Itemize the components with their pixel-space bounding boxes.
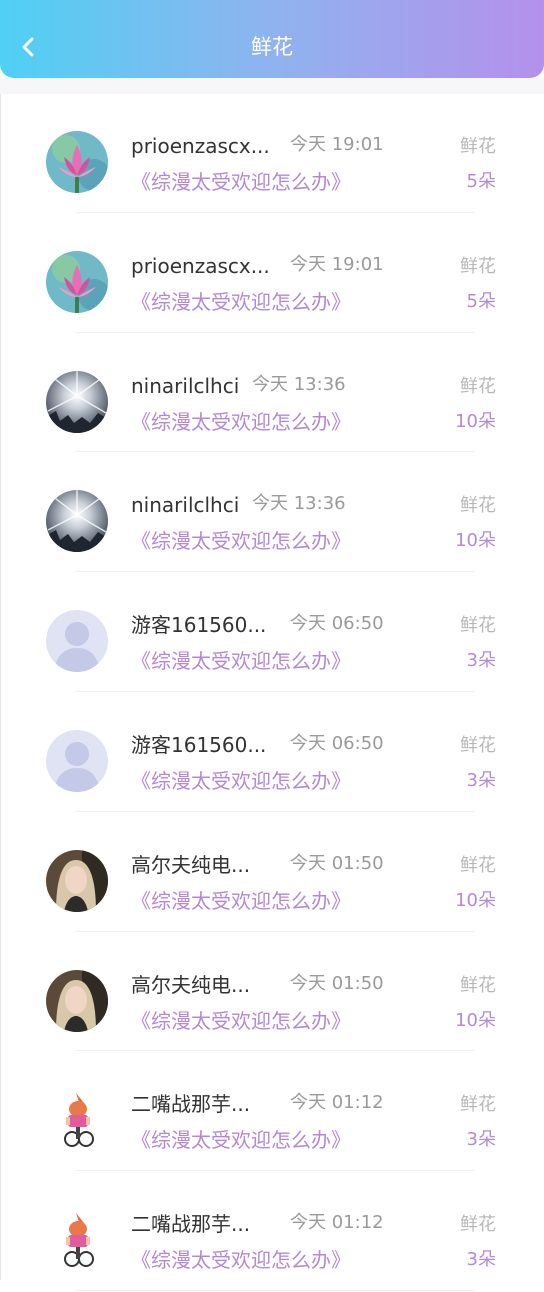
default-avatar[interactable] (46, 729, 108, 792)
gift-count: 3朵 (466, 769, 496, 791)
user-name: ninarilclhci (131, 493, 240, 518)
divider (76, 1170, 474, 1172)
book-title-link[interactable]: 《综漫太受欢迎怎么办》 (131, 168, 351, 196)
timestamp: 今天 01:50 (290, 852, 384, 874)
sunburst-avatar[interactable] (46, 490, 108, 553)
book-title-link[interactable]: 《综漫太受欢迎怎么办》 (131, 767, 351, 795)
gift-type: 鲜花 (460, 375, 496, 397)
gift-type: 鲜花 (460, 1094, 496, 1116)
divider (76, 690, 474, 692)
gift-type: 鲜花 (460, 495, 496, 517)
user-name: 二嘴战那芋... (131, 1092, 251, 1117)
gift-type: 鲜花 (460, 974, 496, 996)
divider (76, 571, 474, 573)
gift-type: 鲜花 (460, 136, 496, 157)
gift-count: 3朵 (466, 1249, 496, 1271)
gift-count: 3朵 (466, 1129, 496, 1151)
timestamp: 今天 19:01 (290, 134, 384, 155)
timestamp: 今天 01:12 (290, 1092, 384, 1114)
sunburst-avatar[interactable] (46, 370, 108, 433)
timestamp: 今天 19:01 (290, 253, 384, 275)
list-item[interactable]: 二嘴战那芋... 今天 01:12 《综漫太受欢迎怎么办》 鲜花 3朵 (0, 1172, 544, 1292)
gift-type: 鲜花 (460, 1214, 496, 1236)
gift-count: 10朵 (455, 889, 496, 911)
app-header: 鲜花 (0, 0, 544, 78)
book-title-link[interactable]: 《综漫太受欢迎怎么办》 (131, 408, 351, 436)
book-title-link[interactable]: 《综漫太受欢迎怎么办》 (131, 288, 351, 316)
gift-count: 5朵 (466, 290, 496, 312)
user-name: 高尔夫纯电... (131, 852, 251, 877)
gift-count: 3朵 (466, 650, 496, 672)
user-name: prioenzascx... (131, 134, 270, 158)
portrait-avatar[interactable] (46, 969, 108, 1032)
list-item[interactable]: 高尔夫纯电... 今天 01:50 《综漫太受欢迎怎么办》 鲜花 10朵 (0, 813, 544, 933)
user-name: 游客161560... (131, 732, 267, 757)
lotus-avatar[interactable] (46, 250, 108, 313)
book-title-link[interactable]: 《综漫太受欢迎怎么办》 (131, 1126, 351, 1154)
lotus-avatar[interactable] (46, 131, 108, 193)
list-item[interactable]: ninarilclhci 今天 13:36 《综漫太受欢迎怎么办》 鲜花 10朵 (0, 334, 544, 454)
cartoon-avatar[interactable] (46, 1209, 108, 1272)
gift-count: 10朵 (455, 410, 496, 432)
user-name: 二嘴战那芋... (131, 1212, 251, 1237)
list-item[interactable]: 游客161560... 今天 06:50 《综漫太受欢迎怎么办》 鲜花 3朵 (0, 693, 544, 813)
timestamp: 今天 06:50 (290, 732, 384, 754)
list-item[interactable]: 游客161560... 今天 06:50 《综漫太受欢迎怎么办》 鲜花 3朵 (0, 573, 544, 693)
timestamp: 今天 01:50 (290, 972, 384, 994)
gift-type: 鲜花 (460, 854, 496, 876)
book-title-link[interactable]: 《综漫太受欢迎怎么办》 (131, 1246, 351, 1274)
list-item[interactable]: 高尔夫纯电... 今天 01:50 《综漫太受欢迎怎么办》 鲜花 10朵 (0, 933, 544, 1053)
timestamp: 今天 01:12 (290, 1212, 384, 1234)
divider (76, 451, 474, 453)
list-item[interactable]: 二嘴战那芋... 今天 01:12 《综漫太受欢迎怎么办》 鲜花 3朵 (0, 1052, 544, 1172)
gift-type: 鲜花 (460, 734, 496, 756)
timestamp: 今天 13:36 (252, 373, 346, 395)
book-title-link[interactable]: 《综漫太受欢迎怎么办》 (131, 527, 351, 555)
list-item[interactable]: prioenzascx... 今天 19:01 《综漫太受欢迎怎么办》 鲜花 5朵 (0, 94, 544, 214)
book-title-link[interactable]: 《综漫太受欢迎怎么办》 (131, 647, 351, 675)
book-title-link[interactable]: 《综漫太受欢迎怎么办》 (131, 887, 351, 915)
cartoon-avatar[interactable] (46, 1089, 108, 1152)
list-item[interactable]: ninarilclhci 今天 13:36 《综漫太受欢迎怎么办》 鲜花 10朵 (0, 453, 544, 573)
gift-list: prioenzascx... 今天 19:01 《综漫太受欢迎怎么办》 鲜花 5朵 pr… (0, 94, 544, 1292)
timestamp: 今天 13:36 (252, 493, 346, 515)
divider (76, 930, 474, 932)
timestamp: 今天 06:50 (290, 613, 384, 635)
page-title: 鲜花 (251, 35, 293, 59)
divider (76, 211, 474, 213)
gift-count: 10朵 (455, 530, 496, 552)
list-item[interactable]: prioenzascx... 今天 19:01 《综漫太受欢迎怎么办》 鲜花 5朵 (0, 214, 544, 334)
default-avatar[interactable] (46, 610, 108, 673)
gift-type: 鲜花 (460, 255, 496, 277)
gift-count: 10朵 (455, 1009, 496, 1031)
book-title-link[interactable]: 《综漫太受欢迎怎么办》 (131, 1007, 351, 1035)
divider (76, 1289, 474, 1291)
portrait-avatar[interactable] (46, 849, 108, 912)
user-name: prioenzascx... (131, 253, 270, 278)
user-name: 游客161560... (131, 613, 267, 638)
divider (76, 810, 474, 812)
user-name: 高尔夫纯电... (131, 972, 251, 997)
divider (76, 1050, 474, 1052)
gift-type: 鲜花 (460, 615, 496, 637)
user-name: ninarilclhci (131, 373, 240, 398)
gift-count: 5朵 (466, 171, 496, 192)
header-spacer (0, 78, 544, 94)
divider (76, 331, 474, 333)
